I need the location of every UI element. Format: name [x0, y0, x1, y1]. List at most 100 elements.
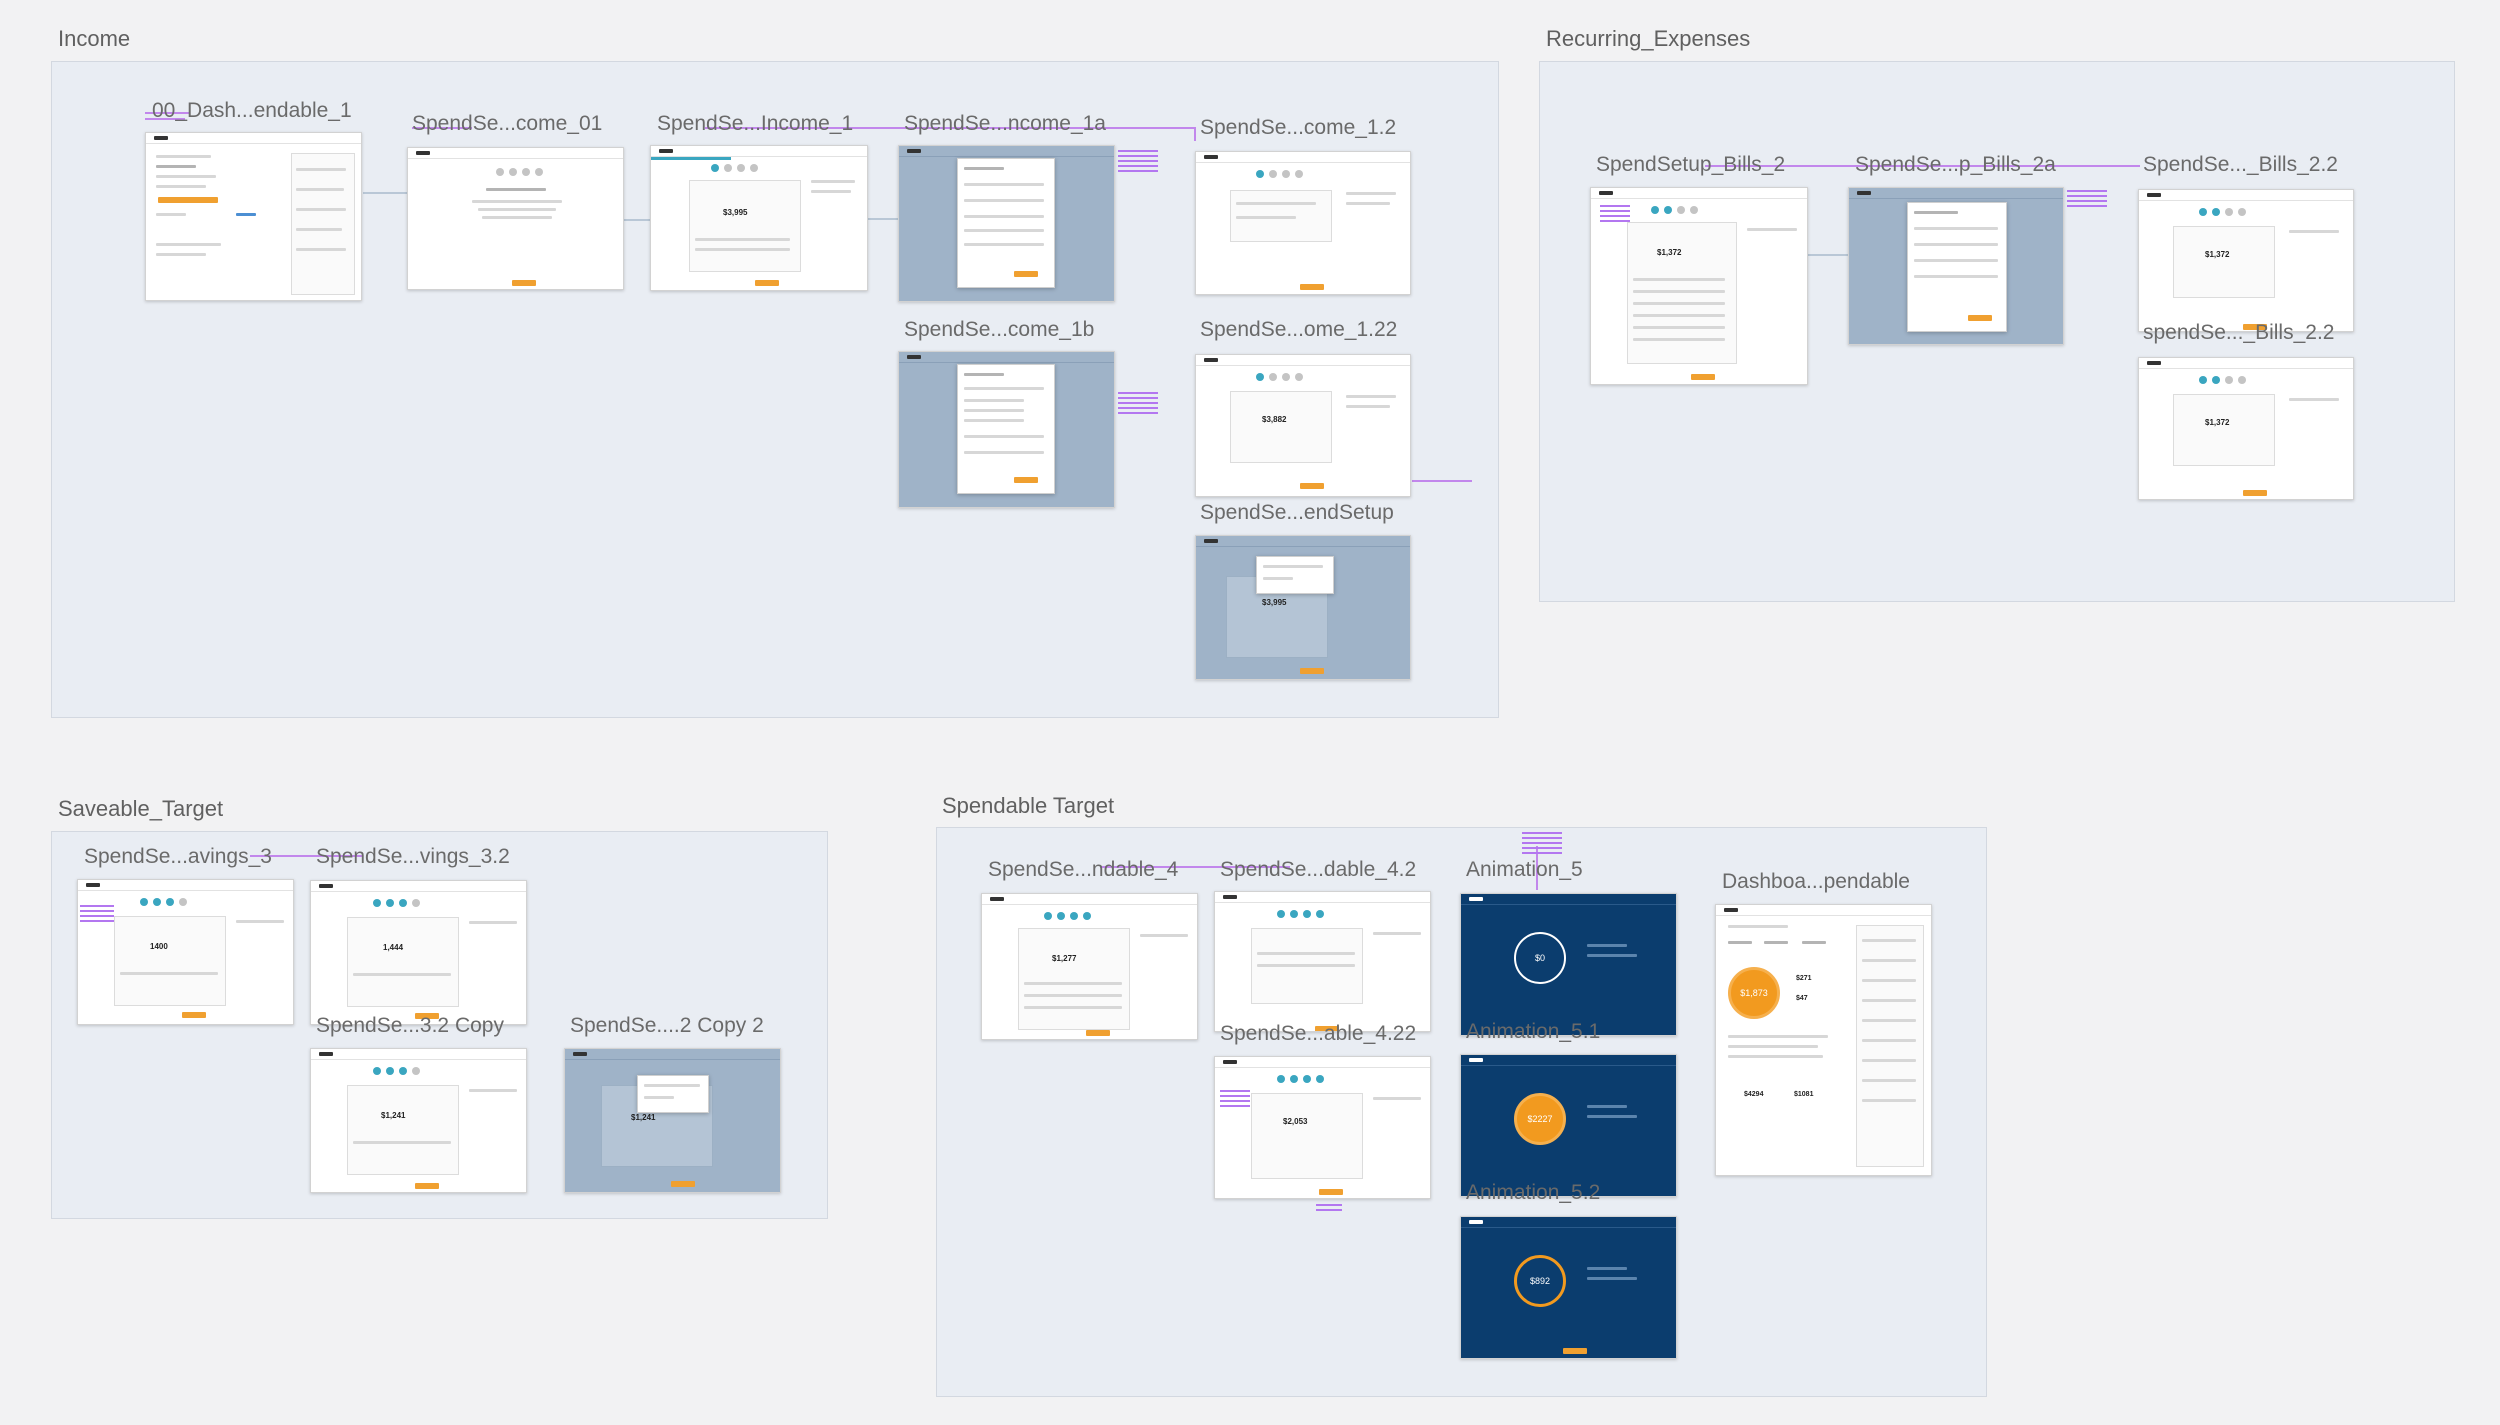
artboard-income-1-2[interactable] — [1195, 151, 1411, 295]
artboard-label-bills-2a[interactable]: SpendSe...p_Bills_2a — [1855, 153, 2056, 177]
prototype-link — [1194, 127, 1196, 141]
logo-icon — [1599, 191, 1613, 195]
artboard-savings-3-2-copy[interactable]: $1,241 — [310, 1048, 527, 1193]
artboard-income-1b[interactable] — [898, 351, 1115, 508]
artboard-spendable-4-2[interactable] — [1214, 891, 1431, 1032]
logo-icon — [154, 136, 168, 140]
artboard-label-animation-5[interactable]: Animation_5 — [1466, 858, 1583, 882]
annotation-note — [1600, 205, 1630, 225]
flow-link — [624, 219, 650, 221]
income-total: $3,995 — [723, 208, 748, 217]
artboard-label-income-01[interactable]: SpendSe...come_01 — [412, 112, 602, 136]
spendable-gauge: $892 — [1514, 1255, 1566, 1307]
savings-dialog — [637, 1075, 709, 1113]
annotation-note — [1522, 832, 1562, 857]
group-title-spendable[interactable]: Spendable Target — [942, 793, 1114, 819]
artboard-label-end-setup[interactable]: SpendSe...endSetup — [1200, 501, 1394, 525]
savings-total: $1,241 — [381, 1111, 406, 1120]
artboard-bills-2-2[interactable]: $1,372 — [2138, 189, 2354, 332]
logo-icon — [907, 355, 921, 359]
logo-icon — [1469, 897, 1483, 901]
dashboard-bottom-value: $4294 — [1744, 1091, 1764, 1098]
artboard-savings-3-2[interactable]: 1,444 — [310, 880, 527, 1025]
artboard-savings-3[interactable]: 1400 — [77, 879, 294, 1025]
spendable-gauge: $2227 — [1514, 1093, 1566, 1145]
artboard-bills-2a[interactable] — [1848, 187, 2064, 345]
artboard-income-1-22[interactable]: $3,882 — [1195, 354, 1411, 497]
artboard-label-savings-2-copy-2[interactable]: SpendSe....2 Copy 2 — [570, 1014, 764, 1038]
dashboard-gauge: $1,873 — [1728, 967, 1780, 1019]
artboard-income-01[interactable] — [407, 147, 624, 290]
flow-link — [1808, 254, 1848, 256]
artboard-spendable-4-22[interactable]: $2,053 — [1214, 1056, 1431, 1199]
end-setup-dialog — [1256, 556, 1334, 594]
logo-icon — [1204, 155, 1218, 159]
artboard-spendable-4[interactable]: $1,277 — [981, 893, 1198, 1040]
prototype-link — [1412, 480, 1472, 482]
artboard-dashboard-spendable[interactable]: $1,873 $271 $47 $4294 $1081 — [1715, 904, 1932, 1176]
income-source-dialog — [957, 158, 1055, 288]
artboard-label-savings-3[interactable]: SpendSe...avings_3 — [84, 845, 272, 869]
bills-total: $1,372 — [2205, 418, 2230, 427]
income-source-dialog — [957, 364, 1055, 494]
logo-icon — [86, 883, 100, 887]
artboard-bills-2-2b[interactable]: $1,372 — [2138, 357, 2354, 500]
artboard-label-spendable-4-2[interactable]: SpendSe...dable_4.2 — [1220, 858, 1416, 882]
spendable-total: $1,277 — [1052, 954, 1077, 963]
group-title-income[interactable]: Income — [58, 26, 130, 52]
savings-total: 1,444 — [383, 943, 404, 952]
artboard-label-savings-3-2-copy[interactable]: SpendSe...3.2 Copy — [316, 1014, 504, 1038]
annotation-note — [2067, 190, 2107, 210]
logo-icon — [319, 884, 333, 888]
annotation-note — [1220, 1090, 1250, 1110]
artboard-label-bills-2[interactable]: SpendSetup_Bills_2 — [1596, 153, 1785, 177]
logo-icon — [659, 149, 673, 153]
income-total: $3,882 — [1262, 415, 1287, 424]
bill-dialog — [1907, 202, 2007, 332]
artboard-label-spendable-4[interactable]: SpendSe...ndable_4 — [988, 858, 1178, 882]
spendable-total: $2,053 — [1283, 1117, 1308, 1126]
logo-icon — [1469, 1058, 1483, 1062]
logo-icon — [907, 149, 921, 153]
artboard-label-income-1-22[interactable]: SpendSe...ome_1.22 — [1200, 318, 1397, 342]
artboard-label-spendable-4-22[interactable]: SpendSe...able_4.22 — [1220, 1022, 1416, 1046]
artboard-animation-5[interactable]: $0 — [1460, 893, 1677, 1036]
artboard-dash-spendable-1[interactable] — [145, 132, 362, 301]
flow-link — [363, 192, 407, 194]
logo-icon — [1724, 908, 1738, 912]
artboard-label-income-1b[interactable]: SpendSe...come_1b — [904, 318, 1094, 342]
annotation-note — [1118, 150, 1158, 175]
spendable-gauge: $0 — [1514, 932, 1566, 984]
logo-icon — [1223, 1060, 1237, 1064]
artboard-label-dashboard-spendable[interactable]: Dashboa...pendable — [1722, 870, 1910, 894]
artboard-label-bills-2-2[interactable]: SpendSe..._Bills_2.2 — [2143, 153, 2338, 177]
annotation-note — [1118, 392, 1158, 417]
annotation-note — [80, 905, 114, 925]
artboard-label-animation-5-2[interactable]: Animation_5.2 — [1466, 1181, 1600, 1205]
logo-icon — [416, 151, 430, 155]
artboard-label-income-1a[interactable]: SpendSe...ncome_1a — [904, 112, 1106, 136]
artboard-label-animation-5-1[interactable]: Animation_5.1 — [1466, 1020, 1600, 1044]
logo-icon — [990, 897, 1004, 901]
artboard-label-bills-2-2b[interactable]: spendSe..._Bills_2.2 — [2143, 321, 2334, 345]
artboard-savings-2-copy-2[interactable]: $1,241 — [564, 1048, 781, 1193]
logo-icon — [1204, 539, 1218, 543]
group-title-recurring[interactable]: Recurring_Expenses — [1546, 26, 1750, 52]
artboard-label-income-1-2[interactable]: SpendSe...come_1.2 — [1200, 116, 1396, 140]
dashboard-side-value: $47 — [1796, 995, 1808, 1002]
group-title-saveable[interactable]: Saveable_Target — [58, 796, 223, 822]
artboard-income-1[interactable]: $3,995 — [650, 145, 868, 291]
artboard-label-dash-spendable-1[interactable]: 00_Dash...endable_1 — [152, 99, 352, 123]
artboard-animation-5-2[interactable]: $892 — [1460, 1216, 1677, 1359]
artboard-income-1a[interactable] — [898, 145, 1115, 302]
logo-icon — [319, 1052, 333, 1056]
bills-total: $1,372 — [1657, 248, 1682, 257]
artboard-label-income-1[interactable]: SpendSe...Income_1 — [657, 112, 853, 136]
dashboard-bottom-value: $1081 — [1794, 1091, 1814, 1098]
end-setup-total: $3,995 — [1262, 598, 1287, 607]
logo-icon — [1204, 358, 1218, 362]
logo-icon — [1857, 191, 1871, 195]
artboard-label-savings-3-2[interactable]: SpendSe...vings_3.2 — [316, 845, 510, 869]
artboard-end-setup[interactable]: $3,995 — [1195, 535, 1411, 680]
artboard-animation-5-1[interactable]: $2227 — [1460, 1054, 1677, 1197]
